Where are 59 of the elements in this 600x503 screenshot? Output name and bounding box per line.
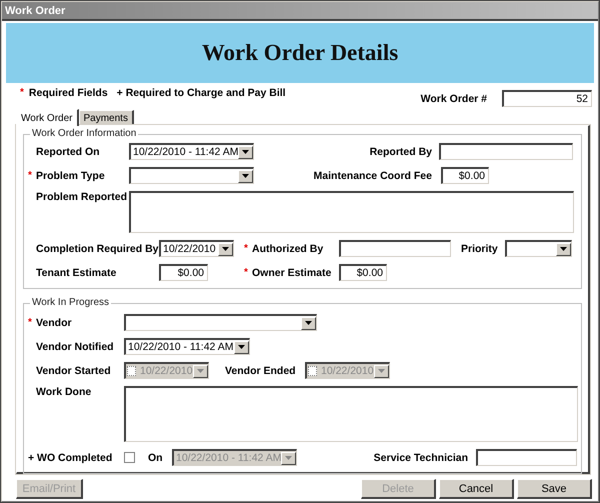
text-field[interactable] <box>476 449 577 466</box>
caret-icon <box>197 369 204 373</box>
required-mark: * <box>20 87 24 98</box>
field-label: Tenant Estimate <box>36 266 118 278</box>
legend-text: + Required to Charge and Pay Bill <box>116 87 286 99</box>
window-title: Work Order <box>2 2 598 21</box>
field-label: Priority <box>461 242 499 254</box>
field-label: Maintenance Coord Fee <box>312 170 432 182</box>
dropdown[interactable] <box>124 314 317 331</box>
field-label: Vendor <box>36 316 73 328</box>
field-label: Problem Reported <box>36 191 128 203</box>
field-label: Work Order # <box>420 92 487 104</box>
caret-icon <box>285 456 292 460</box>
caret-icon <box>242 174 249 178</box>
text-field[interactable]: 52 <box>502 90 592 107</box>
dropdown[interactable] <box>129 167 254 184</box>
caret-icon <box>560 247 567 251</box>
dropdown[interactable]: 10/22/2010 - 11:42 AM <box>129 143 254 160</box>
field-label: Work Done <box>36 386 92 398</box>
caret-icon <box>238 345 245 349</box>
action-button[interactable]: Cancel <box>439 479 514 499</box>
required-mark: * <box>28 170 32 181</box>
checkbox[interactable] <box>124 452 135 463</box>
field-label: Vendor Ended <box>225 364 297 376</box>
field-label: Completion Required By <box>36 242 159 254</box>
text-field[interactable]: $0.00 <box>159 264 208 281</box>
field-label: Authorized By <box>252 242 324 254</box>
caret-icon <box>222 247 229 251</box>
caret-icon <box>242 150 249 154</box>
text-field[interactable] <box>339 240 451 257</box>
field-label: Vendor Notified <box>36 340 115 352</box>
notes-field[interactable] <box>129 191 574 233</box>
group-title: Work In Progress <box>30 297 112 308</box>
notes-field[interactable] <box>124 386 578 442</box>
dropdown[interactable]: 10/22/2010 <box>159 240 234 257</box>
required-mark: * <box>244 243 248 254</box>
field-label: Problem Type <box>36 170 106 182</box>
text-field[interactable]: $0.00 <box>339 264 387 281</box>
tab[interactable]: Payments <box>78 110 134 125</box>
field-label: Reported By <box>368 146 432 158</box>
action-button[interactable]: Save <box>517 479 592 499</box>
field-label: Owner Estimate <box>252 266 332 278</box>
field-label: Service Technician <box>372 452 468 464</box>
tab[interactable]: Work Order <box>16 109 78 126</box>
field-label: Vendor Started <box>36 364 112 376</box>
field-label: On <box>148 452 164 464</box>
page-title: Work Order Details <box>202 40 398 66</box>
required-mark: * <box>28 317 32 328</box>
dropdown[interactable]: 10/22/2010 - 11:42 AM <box>124 338 250 355</box>
legend-text: Required Fields <box>28 87 108 99</box>
text-field[interactable]: $0.00 <box>441 167 489 184</box>
caret-icon <box>378 369 385 373</box>
text-field[interactable] <box>439 143 573 160</box>
field-label: Reported On <box>36 146 101 158</box>
group-title: Work Order Information <box>30 128 138 139</box>
caret-icon <box>305 321 312 325</box>
dropdown[interactable] <box>505 240 572 257</box>
field-label: + WO Completed <box>28 452 114 464</box>
required-mark: * <box>244 267 248 278</box>
